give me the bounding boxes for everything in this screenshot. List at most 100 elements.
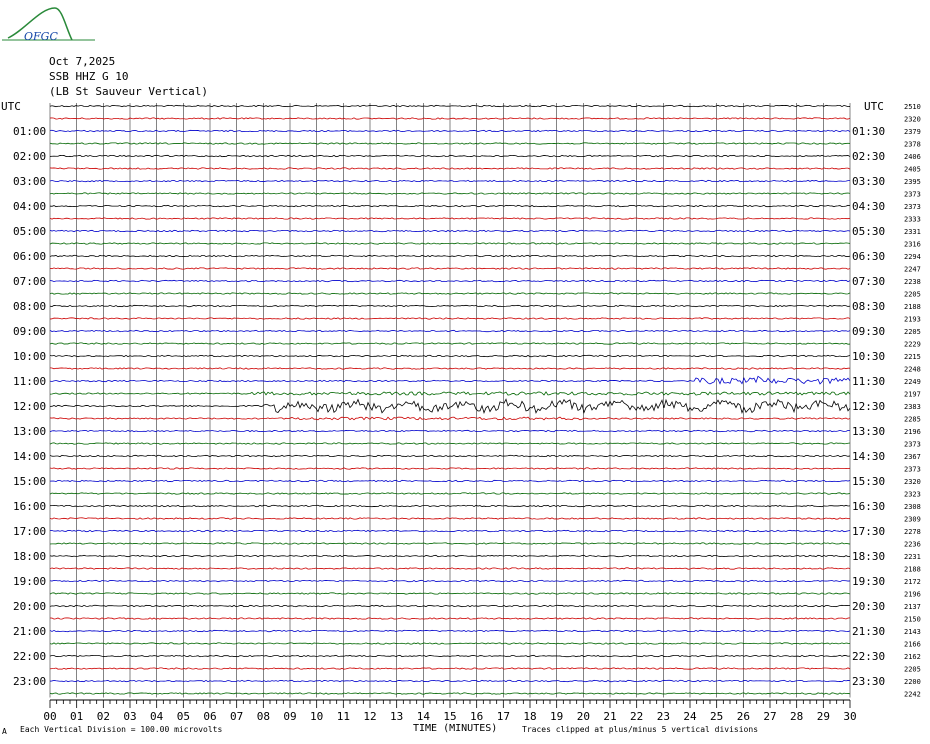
x-tick-label: 11	[337, 710, 350, 723]
trace-value-label: 2320	[904, 478, 921, 486]
right-hour-label: 01:30	[852, 125, 885, 138]
trace-value-label: 2316	[904, 241, 921, 249]
x-tick-label: 13	[390, 710, 403, 723]
right-hour-label: 21:30	[852, 625, 885, 638]
right-hour-label: 23:30	[852, 675, 885, 688]
right-hour-label: 17:30	[852, 525, 885, 538]
trace-value-label: 2215	[904, 353, 921, 361]
trace-value-label: 2333	[904, 216, 921, 224]
right-hour-label: 22:30	[852, 650, 885, 663]
right-hour-label: 18:30	[852, 550, 885, 563]
trace-value-label: 2236	[904, 541, 921, 549]
x-tick-label: 27	[763, 710, 776, 723]
left-hour-label: 08:00	[13, 300, 46, 313]
right-hour-label: 15:30	[852, 475, 885, 488]
trace-value-label: 2373	[904, 203, 921, 211]
trace-value-label: 2378	[904, 141, 921, 149]
x-tick-label: 01	[70, 710, 83, 723]
header-station: SSB HHZ G 10	[49, 70, 128, 83]
x-tick-label: 16	[470, 710, 483, 723]
logo-text: OFGC	[24, 30, 58, 43]
x-tick-label: 17	[497, 710, 510, 723]
x-tick-label: 21	[603, 710, 616, 723]
trace-value-label: 2285	[904, 416, 921, 424]
trace-value-label: 2188	[904, 303, 921, 311]
left-hour-label: 12:00	[13, 400, 46, 413]
x-tick-label: 07	[230, 710, 243, 723]
trace-value-label: 2406	[904, 153, 921, 161]
left-hour-label: 04:00	[13, 200, 46, 213]
trace-value-label: 2143	[904, 628, 921, 636]
x-tick-label: 28	[790, 710, 803, 723]
right-hour-label: 11:30	[852, 375, 885, 388]
trace-value-label: 2188	[904, 566, 921, 574]
left-hour-label: 03:00	[13, 175, 46, 188]
trace-value-label: 2200	[904, 678, 921, 686]
left-hour-label: 07:00	[13, 275, 46, 288]
trace-value-label: 2308	[904, 503, 921, 511]
x-tick-label: 15	[443, 710, 456, 723]
trace-value-label: 2150	[904, 616, 921, 624]
right-trace-values: 2510 2320 2379 2378 2406 2405 2395 2373 2373 2333…	[904, 103, 921, 699]
left-hour-label: 22:00	[13, 650, 46, 663]
right-hour-label: 03:30	[852, 175, 885, 188]
right-hour-label: 05:30	[852, 225, 885, 238]
trace-value-label: 2405	[904, 166, 921, 174]
trace-value-label: 2242	[904, 691, 921, 699]
trace-value-label: 2383	[904, 403, 921, 411]
trace-value-label: 2373	[904, 191, 921, 199]
x-tick-label: 22	[630, 710, 643, 723]
left-utc-title: UTC	[1, 100, 21, 113]
trace-value-label: 2137	[904, 603, 921, 611]
right-utc-title: UTC	[864, 100, 884, 113]
x-tick-label: 24	[683, 710, 697, 723]
clip-note: Traces clipped at plus/minus 5 vertical …	[522, 725, 758, 734]
x-tick-label: 18	[523, 710, 536, 723]
right-hour-labels: 01:30 02:30 03:30 04:30 05:30 06:30 07:30 08:30…	[852, 125, 885, 688]
x-tick-label: 25	[710, 710, 723, 723]
trace-value-label: 2166	[904, 641, 921, 649]
left-hour-label: 09:00	[13, 325, 46, 338]
left-hour-label: 14:00	[13, 450, 46, 463]
right-hour-label: 14:30	[852, 450, 885, 463]
left-hour-label: 16:00	[13, 500, 46, 513]
left-hour-label: 13:00	[13, 425, 46, 438]
right-hour-label: 20:30	[852, 600, 885, 613]
trace-value-label: 2395	[904, 178, 921, 186]
x-tick-label: 08	[257, 710, 270, 723]
x-axis-title: TIME (MINUTES)	[413, 723, 497, 734]
trace-value-label: 2367	[904, 453, 921, 461]
left-hour-label: 06:00	[13, 250, 46, 263]
trace-value-label: 2510	[904, 103, 921, 111]
x-tick-label: 06	[203, 710, 216, 723]
x-tick-label: 10	[310, 710, 323, 723]
right-hour-label: 02:30	[852, 150, 885, 163]
right-hour-label: 08:30	[852, 300, 885, 313]
left-hour-label: 19:00	[13, 575, 46, 588]
x-axis: 00 01 02 03 04 05 06 07 08 09 10 11 12 13 14 15 16 17 18 19…	[43, 699, 857, 723]
trace-value-label: 2309	[904, 516, 921, 524]
left-hour-label: 10:00	[13, 350, 46, 363]
x-tick-label: 20	[577, 710, 590, 723]
x-tick-label: 09	[283, 710, 296, 723]
trace-value-label: 2196	[904, 428, 921, 436]
x-tick-label: 14	[417, 710, 431, 723]
x-tick-label: 04	[150, 710, 164, 723]
right-hour-label: 19:30	[852, 575, 885, 588]
trace-value-label: 2205	[904, 328, 921, 336]
x-tick-label: 23	[657, 710, 670, 723]
x-tick-label: 19	[550, 710, 563, 723]
x-tick-label: 12	[363, 710, 376, 723]
header-date: Oct 7,2025	[49, 55, 115, 68]
left-hour-label: 11:00	[13, 375, 46, 388]
trace-value-label: 2205	[904, 666, 921, 674]
header-location: (LB St Sauveur Vertical)	[49, 85, 208, 98]
trace-value-label: 2249	[904, 378, 921, 386]
x-tick-label: 00	[43, 710, 56, 723]
trace-value-label: 2238	[904, 278, 921, 286]
trace-value-label: 2205	[904, 291, 921, 299]
helicorder-plot: OFGC Oct 7,2025 SSB HHZ G 10 (LB St Sauv…	[1, 7, 921, 736]
trace-value-label: 2172	[904, 578, 921, 586]
trace-value-label: 2294	[904, 253, 921, 261]
right-hour-label: 07:30	[852, 275, 885, 288]
